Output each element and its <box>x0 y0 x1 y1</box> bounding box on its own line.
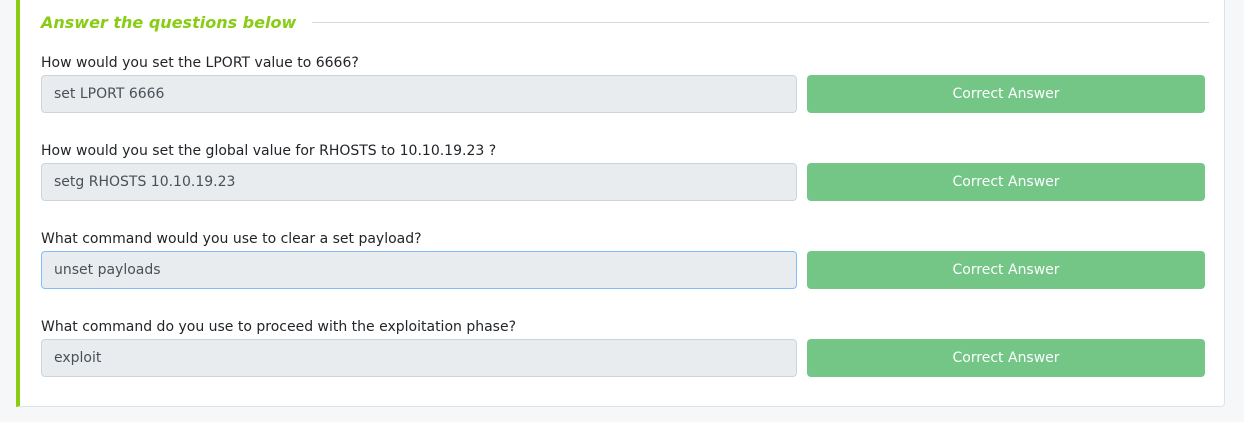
answer-row: Correct Answer <box>41 163 1209 201</box>
question-text: How would you set the global value for R… <box>41 143 497 159</box>
correct-answer-button[interactable]: Correct Answer <box>807 75 1205 113</box>
answer-input[interactable] <box>41 75 797 113</box>
questions-heading: Answer the questions below <box>41 12 297 32</box>
correct-answer-button[interactable]: Correct Answer <box>807 163 1205 201</box>
question-4: What command do you use to proceed with … <box>41 317 1209 377</box>
question-2: How would you set the global value for R… <box>41 141 1209 201</box>
header-divider <box>312 21 1209 23</box>
answer-row: Correct Answer <box>41 75 1209 113</box>
correct-answer-button[interactable]: Correct Answer <box>807 251 1205 289</box>
answer-row: Correct Answer <box>41 251 1209 289</box>
answer-row: Correct Answer <box>41 339 1209 377</box>
question-3: What command would you use to clear a se… <box>41 229 1209 289</box>
answer-input[interactable] <box>41 339 797 377</box>
answer-input[interactable] <box>41 163 797 201</box>
question-1: How would you set the LPORT value to 666… <box>41 53 1209 113</box>
question-text: What command would you use to clear a se… <box>41 231 422 247</box>
questions-card: Answer the questions below How would you… <box>16 0 1225 407</box>
correct-answer-button[interactable]: Correct Answer <box>807 339 1205 377</box>
answer-input[interactable] <box>41 251 797 289</box>
questions-header: Answer the questions below <box>41 11 1209 33</box>
question-text: What command do you use to proceed with … <box>41 319 517 335</box>
question-text: How would you set the LPORT value to 666… <box>41 55 359 71</box>
